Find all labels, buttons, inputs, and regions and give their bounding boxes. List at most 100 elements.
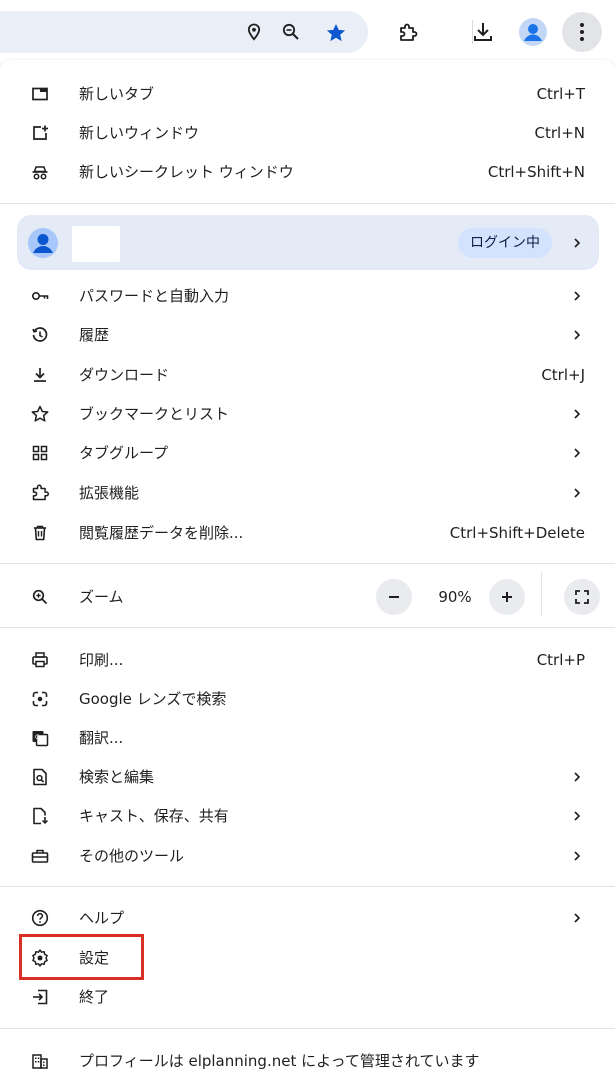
extensions-icon[interactable] (397, 22, 419, 44)
managed-notice-label: プロフィールは elplanning.net によって管理されています (79, 1052, 480, 1070)
menu-item-tab-groups[interactable]: タブグループ (0, 434, 615, 472)
menu-item-label: パスワードと自動入力 (79, 287, 230, 305)
menu-item-shortcut: Ctrl+P (536, 651, 585, 669)
profile-avatar-icon[interactable] (519, 18, 547, 46)
menu-item-google-lens[interactable]: Google レンズで検索 (0, 680, 615, 718)
zoom-icon[interactable] (281, 22, 301, 42)
menu-item-label: 履歴 (79, 326, 110, 344)
menu-item-label: 新しいシークレット ウィンドウ (79, 163, 294, 181)
menu-item-clear-browsing-data[interactable]: 閲覧履歴データを削除... Ctrl+Shift+Delete (0, 514, 615, 552)
address-bar[interactable] (0, 11, 368, 53)
menu-item-shortcut: Ctrl+T (536, 85, 585, 103)
toolbox-icon (30, 846, 50, 866)
bookmark-star-icon[interactable] (325, 22, 347, 44)
menu-kebab-icon (580, 23, 584, 41)
menu-item-shortcut: Ctrl+N (534, 124, 585, 142)
new-window-icon (30, 123, 50, 143)
browser-toolbar (0, 0, 615, 60)
help-icon (30, 908, 50, 928)
menu-item-label: 翻訳... (79, 729, 124, 747)
zoom-label: ズーム (79, 588, 124, 606)
menu-item-find-edit[interactable]: 検索と編集 (0, 758, 615, 796)
menu-item-label: 検索と編集 (79, 768, 155, 786)
menu-item-label: その他のツール (79, 847, 185, 865)
menu-item-cast-save-share[interactable]: キャスト、保存、共有 (0, 797, 615, 835)
zoom-out-button[interactable] (376, 579, 412, 615)
menu-item-new-window[interactable]: 新しいウィンドウ Ctrl+N (0, 114, 615, 152)
menu-item-more-tools[interactable]: その他のツール (0, 837, 615, 875)
menu-item-label: ヘルプ (79, 909, 125, 927)
tab-groups-icon (30, 443, 50, 463)
menu-item-help[interactable]: ヘルプ (0, 899, 615, 937)
signed-in-badge: ログイン中 (458, 228, 552, 258)
menu-item-print[interactable]: 印刷... Ctrl+P (0, 641, 615, 679)
menu-item-history[interactable]: 履歴 (0, 316, 615, 354)
managed-by-notice[interactable]: プロフィールは elplanning.net によって管理されています (0, 1042, 615, 1080)
menu-item-label: 印刷... (79, 651, 124, 669)
cast-save-share-icon (30, 806, 50, 826)
menu-item-label: 閲覧履歴データを削除... (79, 524, 244, 542)
menu-item-new-tab[interactable]: 新しいタブ Ctrl+T (0, 75, 615, 113)
menu-divider (0, 627, 615, 628)
menu-item-exit[interactable]: 終了 (0, 978, 615, 1016)
menu-item-new-incognito-window[interactable]: 新しいシークレット ウィンドウ Ctrl+Shift+N (0, 153, 615, 191)
history-icon (30, 325, 50, 345)
menu-button[interactable] (562, 12, 602, 52)
menu-item-shortcut: Ctrl+J (541, 366, 585, 384)
menu-item-passwords-autofill[interactable]: パスワードと自動入力 (0, 277, 615, 315)
chevron-right-icon (574, 913, 581, 923)
chevron-right-icon (574, 291, 581, 301)
profile-row[interactable]: ログイン中 (17, 215, 599, 270)
zoom-in-button[interactable] (489, 579, 525, 615)
fullscreen-button[interactable] (564, 579, 600, 615)
chevron-right-icon (574, 409, 581, 419)
translate-icon: G (30, 728, 50, 748)
chevron-right-icon (574, 811, 581, 821)
menu-divider (0, 1028, 615, 1029)
menu-item-label: 新しいウィンドウ (79, 124, 200, 142)
downloads-icon[interactable] (471, 20, 495, 44)
chevron-right-icon (574, 772, 581, 782)
find-edit-icon (30, 767, 50, 787)
menu-item-shortcut: Ctrl+Shift+N (487, 163, 585, 181)
new-tab-icon (30, 84, 50, 104)
menu-item-shortcut: Ctrl+Shift+Delete (449, 524, 585, 542)
zoom-level-value: 90% (438, 588, 472, 606)
menu-divider (0, 886, 615, 887)
trash-icon (30, 523, 50, 543)
menu-item-downloads[interactable]: ダウンロード Ctrl+J (0, 356, 615, 394)
extensions-icon (30, 483, 50, 503)
building-icon (30, 1051, 50, 1071)
menu-item-extensions[interactable]: 拡張機能 (0, 474, 615, 512)
zoom-separator (541, 572, 542, 616)
chevron-right-icon (574, 448, 581, 458)
location-pin-icon[interactable] (244, 22, 264, 42)
zoom-in-icon (30, 587, 50, 607)
plus-icon (502, 592, 512, 602)
exit-icon (30, 987, 50, 1007)
menu-item-translate[interactable]: G 翻訳... (0, 719, 615, 757)
chevron-right-icon (574, 238, 581, 248)
highlight-box (19, 934, 144, 980)
chevron-right-icon (574, 330, 581, 340)
fullscreen-icon (575, 590, 589, 604)
menu-item-label: 新しいタブ (79, 85, 155, 103)
star-icon (30, 404, 50, 424)
menu-item-label: 拡張機能 (79, 484, 140, 502)
svg-text:G: G (35, 734, 40, 741)
menu-item-label: キャスト、保存、共有 (79, 807, 229, 825)
menu-item-bookmarks-lists[interactable]: ブックマークとリスト (0, 395, 615, 433)
menu-divider (0, 563, 615, 564)
menu-item-zoom: ズーム 90% (0, 572, 615, 616)
avatar (28, 228, 58, 258)
menu-item-label: タブグループ (79, 444, 169, 462)
menu-divider (0, 203, 615, 204)
download-icon (30, 365, 50, 385)
lens-icon (30, 689, 50, 709)
menu-item-label: 終了 (79, 988, 110, 1006)
menu-item-label: Google レンズで検索 (79, 690, 227, 708)
chevron-right-icon (574, 488, 581, 498)
minus-icon (389, 596, 399, 598)
print-icon (30, 650, 50, 670)
profile-name-box (72, 226, 120, 262)
